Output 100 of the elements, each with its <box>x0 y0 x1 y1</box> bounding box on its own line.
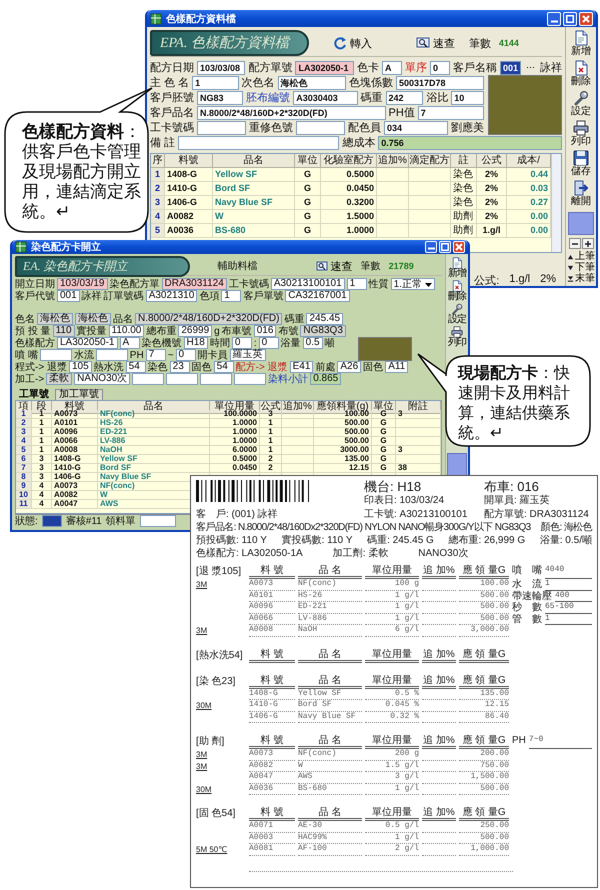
input-field[interactable]: LA302050-1 <box>295 60 354 74</box>
input-field[interactable]: 7 <box>146 349 166 361</box>
search-button[interactable]: 速查 <box>416 36 455 50</box>
input-field[interactable]: 0.865 <box>310 373 342 385</box>
input-field[interactable]: 0.5 <box>302 337 323 349</box>
input-field[interactable]: 0 <box>258 337 279 349</box>
input-field[interactable]: A3021310 <box>146 290 198 302</box>
input-field[interactable]: H18 <box>184 337 208 349</box>
input-field[interactable]: N.8000/2*48/160D+2*320D(FD) <box>135 313 282 325</box>
minus-button[interactable] <box>568 238 580 249</box>
input-field[interactable]: 海松色 <box>75 313 111 325</box>
input-field[interactable]: 001 <box>57 290 80 302</box>
input-field[interactable]: 海松色 <box>37 313 73 325</box>
input-field[interactable]: 7 <box>418 106 484 120</box>
input-field[interactable]: 23 <box>170 361 190 373</box>
input-field[interactable]: NG83 <box>197 90 244 104</box>
input-field[interactable]: 54 <box>214 361 234 373</box>
input-field[interactable] <box>42 515 62 527</box>
toolbar-button[interactable]: 上筆 <box>567 252 595 262</box>
input-field[interactable]: A30213100101 <box>270 278 345 290</box>
input-field[interactable] <box>166 373 198 385</box>
input-field[interactable]: 242 <box>386 90 424 104</box>
maximize-button[interactable] <box>439 241 451 253</box>
browse-button[interactable]: ⋯ <box>524 62 537 74</box>
input-field[interactable]: 034 <box>384 120 448 134</box>
toolbar-button[interactable]: 列印 <box>446 326 468 349</box>
toolbar-button[interactable]: 新增 <box>446 257 468 280</box>
maximize-button[interactable] <box>563 12 577 26</box>
input-field[interactable]: DRA3031124 <box>162 278 227 290</box>
input-field[interactable]: 羅玉英 <box>230 349 266 361</box>
toolbar-button[interactable]: 下筆 <box>567 263 595 273</box>
input-field[interactable]: A <box>120 337 140 349</box>
minimize-button[interactable] <box>547 12 561 26</box>
input-field[interactable]: LA302050-1 <box>57 337 118 349</box>
input-field[interactable] <box>132 373 164 385</box>
input-field[interactable] <box>178 136 340 150</box>
table-cell: A0101 <box>52 419 98 428</box>
input-field[interactable]: 0 <box>176 349 196 361</box>
table-cell: 500.00 <box>314 419 372 428</box>
toolbar-button[interactable]: 末筆 <box>567 274 595 284</box>
input-field[interactable]: 54 <box>126 361 146 373</box>
input-field[interactable] <box>234 373 266 385</box>
toolbar-button[interactable]: 儲存 <box>567 149 595 178</box>
input-field[interactable]: 1 <box>192 76 239 90</box>
toolbar-button[interactable]: 刪除 <box>446 280 468 303</box>
header-text: 客戶品名: N.8000/2*48/160Dx2*320D(FD) NYLON NANO暢身300G/Y以下 NG83Q3 <box>196 522 531 534</box>
close-button[interactable] <box>579 12 593 26</box>
input-field[interactable]: 500317D78 <box>396 76 484 90</box>
input-field[interactable]: 0.756 <box>378 136 562 150</box>
close-icon <box>455 243 463 251</box>
scrollbar[interactable] <box>551 154 561 252</box>
input-field[interactable]: NG83Q3 <box>300 325 346 337</box>
plus-button[interactable] <box>582 238 594 249</box>
input-field[interactable] <box>296 120 345 134</box>
toolbar-button[interactable]: 離開 <box>567 179 595 208</box>
input-field[interactable]: A <box>382 60 402 74</box>
row-number: 11 <box>16 500 32 509</box>
input-field[interactable] <box>140 515 176 527</box>
toolbar-button[interactable]: 設定 <box>446 303 468 326</box>
input-field[interactable]: 1 <box>346 278 367 290</box>
input-field[interactable]: A11 <box>385 361 408 373</box>
toolbar-button[interactable]: 刪除 <box>567 59 595 88</box>
input-field[interactable]: 245.45 <box>306 313 344 325</box>
input-field[interactable] <box>200 373 232 385</box>
input-field[interactable]: 016 <box>254 325 276 337</box>
input-field[interactable]: CA32167001 <box>285 290 350 302</box>
input-field[interactable]: 0 <box>430 60 450 74</box>
input-field[interactable]: 0 <box>232 337 252 349</box>
input-field[interactable]: 103/03/08 <box>197 60 246 74</box>
dropdown[interactable]: 1.正常 <box>390 278 436 290</box>
input-field[interactable]: 1 <box>221 290 242 302</box>
tab[interactable]: 加工單號 <box>55 389 103 400</box>
toolbar-button[interactable]: 新增 <box>567 29 595 58</box>
input-field[interactable]: N.8000/2*48/160D+2*320D(FD) <box>197 106 386 120</box>
input-field[interactable] <box>96 349 128 361</box>
import-button[interactable]: 轉入 <box>332 36 372 50</box>
input-field[interactable]: A26 <box>337 361 362 373</box>
input-field[interactable] <box>40 349 72 361</box>
search-button[interactable]: 速查 <box>316 258 353 274</box>
input-field[interactable]: 26999 <box>178 325 212 337</box>
input-field[interactable]: 10 <box>451 90 484 104</box>
input-field[interactable] <box>197 120 246 134</box>
input-field[interactable]: 105 <box>68 361 92 373</box>
input-field[interactable]: 001 <box>500 60 521 74</box>
toolbar-button[interactable]: 設定 <box>567 89 595 118</box>
minimize-button[interactable] <box>425 241 437 253</box>
input-field[interactable]: A3030403 <box>293 90 358 104</box>
input-field[interactable]: 海松色 <box>278 76 346 90</box>
field-label: 染料小計 <box>268 372 308 386</box>
input-field[interactable]: NANO30次 <box>74 373 130 385</box>
table-cell <box>282 428 314 437</box>
close-button[interactable] <box>453 241 465 253</box>
input-field[interactable]: 柔軟 <box>46 373 72 385</box>
input-field[interactable]: 110.00 <box>108 325 144 337</box>
input-field[interactable]: 110 <box>52 325 75 337</box>
table-cell <box>409 168 451 182</box>
document-icon <box>451 257 463 269</box>
input-field[interactable]: E41 <box>290 361 314 373</box>
input-field[interactable]: 103/03/19 <box>57 278 108 290</box>
toolbar-button[interactable]: 列印 <box>567 119 595 148</box>
